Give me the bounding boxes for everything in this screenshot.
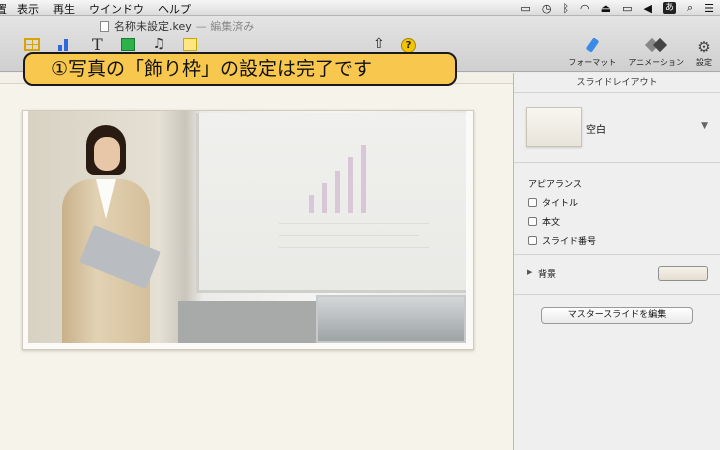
document-edited-status: — 編集済み	[195, 20, 255, 33]
format-button[interactable]: フォーマット	[568, 37, 617, 68]
triangle-down-icon[interactable]: ▼	[701, 121, 708, 131]
time-machine-icon[interactable]: ◷	[542, 2, 552, 15]
settings-button[interactable]: ⚙ 設定	[696, 38, 712, 68]
slide-canvas[interactable]	[0, 73, 513, 450]
animation-label: アニメーション	[628, 58, 684, 67]
shape-icon[interactable]	[120, 38, 135, 51]
airplay-icon[interactable]: ▭	[520, 2, 530, 15]
presentation-photo[interactable]	[28, 111, 466, 343]
checkbox-body-box[interactable]	[528, 217, 537, 226]
battery-icon[interactable]: ▭	[622, 2, 632, 15]
layout-selector[interactable]: 空白 ▼	[514, 93, 720, 163]
checkbox-slide-number-box[interactable]	[528, 236, 537, 245]
menu-item-view[interactable]: 表示	[17, 1, 39, 17]
format-label: フォーマット	[568, 58, 617, 67]
checkbox-body[interactable]: 本文	[528, 215, 720, 228]
menu-list: 置 表示 再生 ウインドウ ヘルプ	[0, 1, 205, 17]
checkbox-title-box[interactable]	[528, 198, 537, 207]
checkbox-title[interactable]: タイトル	[528, 196, 720, 209]
menu-item-window[interactable]: ウインドウ	[89, 1, 144, 17]
checkbox-slide-number-label: スライド番号	[542, 237, 597, 247]
chart-icon[interactable]	[58, 38, 74, 51]
menu-item-help[interactable]: ヘルプ	[158, 1, 191, 17]
photo-decorative-frame[interactable]	[22, 110, 474, 350]
layout-thumbnail[interactable]	[526, 107, 582, 147]
help-icon[interactable]: ?	[401, 38, 416, 53]
window-title: 名称未設定.key — 編集済み	[100, 18, 254, 34]
settings-label: 設定	[696, 58, 712, 67]
inspector-title: スライドレイアウト	[514, 73, 720, 93]
gear-icon: ⚙	[697, 38, 711, 56]
slide[interactable]	[0, 83, 513, 450]
projector-screen-image	[196, 113, 466, 293]
volume-icon[interactable]: ◀	[643, 2, 651, 15]
appearance-heading: アピアランス	[528, 180, 582, 190]
monitor-image	[316, 295, 466, 343]
media-icon[interactable]: ♫	[153, 37, 166, 51]
background-color-well[interactable]	[658, 266, 708, 281]
inspector-panel: スライドレイアウト 空白 ▼ アピアランス タイトル 本文 スライド番号 ▶ 背…	[513, 73, 720, 450]
text-icon[interactable]: T	[92, 37, 103, 53]
table-icon[interactable]	[24, 38, 40, 51]
document-icon	[100, 20, 109, 32]
animation-diamonds-icon	[643, 37, 669, 53]
checkbox-body-label: 本文	[542, 218, 561, 228]
edit-master-slide-button[interactable]: マスタースライドを編集	[541, 307, 693, 324]
paintbrush-icon	[585, 37, 600, 53]
checkbox-title-label: タイトル	[542, 199, 579, 209]
tutorial-callout: ①写真の「飾り枠」の設定は完了です	[23, 52, 457, 86]
layout-name: 空白	[586, 125, 606, 136]
checkbox-slide-number[interactable]: スライド番号	[528, 234, 720, 247]
notification-center-icon[interactable]: ☰	[704, 2, 714, 15]
comment-icon[interactable]	[183, 38, 198, 51]
animation-button[interactable]: アニメーション	[628, 37, 684, 68]
eject-icon[interactable]: ⏏	[601, 2, 611, 15]
status-area: ▭ ◷ ᛒ ◠ ⏏ ▭ ◀ あ ⌕ ☰	[509, 1, 714, 15]
share-icon[interactable]: ⇧	[373, 36, 385, 52]
presenter-image	[48, 125, 178, 343]
bluetooth-icon[interactable]: ᛒ	[562, 2, 569, 15]
menu-bar: 置 表示 再生 ウインドウ ヘルプ ▭ ◷ ᛒ ◠ ⏏ ▭ ◀ あ ⌕ ☰	[0, 0, 720, 16]
menu-item-placement[interactable]: 置	[0, 1, 7, 17]
wifi-icon[interactable]: ◠	[580, 2, 590, 15]
document-name: 名称未設定.key	[114, 20, 192, 33]
screen-bars	[309, 143, 429, 213]
menu-item-play[interactable]: 再生	[53, 1, 75, 17]
inspector-toggles: フォーマット アニメーション ⚙ 設定	[556, 37, 712, 68]
background-label: 背景	[538, 270, 557, 280]
appearance-section: アピアランス タイトル 本文 スライド番号	[514, 163, 720, 255]
background-section: ▶ 背景	[514, 255, 720, 295]
insert-tools: T ♫	[24, 37, 215, 53]
input-method-icon[interactable]: あ	[662, 2, 676, 14]
spotlight-search-icon[interactable]: ⌕	[687, 1, 693, 15]
disclosure-triangle-icon[interactable]: ▶	[527, 268, 532, 276]
